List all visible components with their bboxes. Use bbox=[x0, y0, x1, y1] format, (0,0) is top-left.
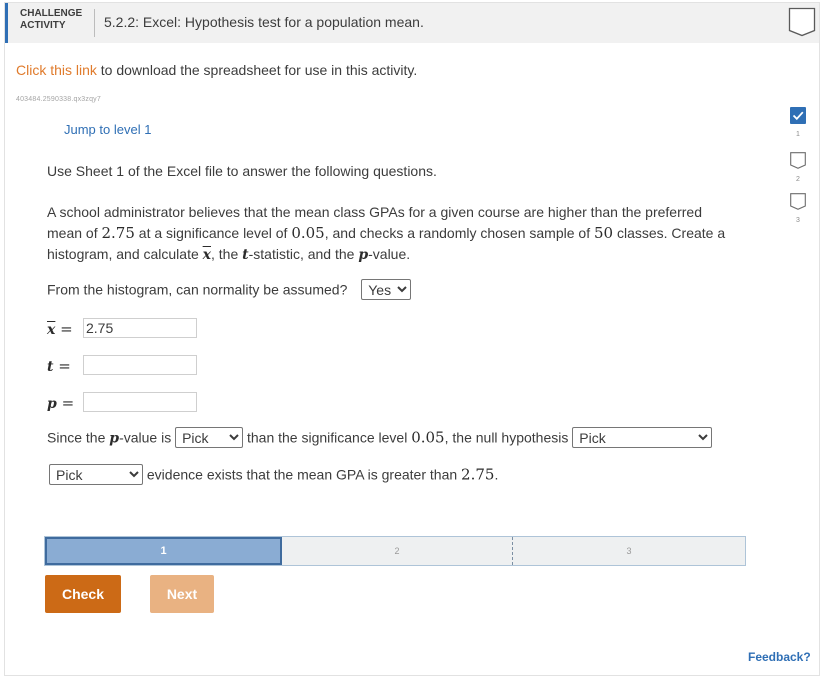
feedback-link[interactable]: Feedback? bbox=[748, 650, 811, 664]
checkmark-icon bbox=[790, 107, 806, 124]
conclusion-sentence: Since the p-value is Pick than the signi… bbox=[47, 427, 713, 450]
level-indicator-2[interactable]: 2 bbox=[788, 152, 808, 183]
t-label: t = bbox=[47, 357, 71, 375]
progress-segment-1[interactable]: 1 bbox=[45, 537, 282, 565]
normality-select[interactable]: Yes bbox=[361, 279, 412, 300]
download-link[interactable]: Click this link bbox=[16, 62, 97, 78]
significance-level: 0.05 bbox=[291, 224, 325, 242]
jump-to-level-link[interactable]: Jump to level 1 bbox=[64, 122, 151, 137]
level-indicator-1[interactable]: 1 bbox=[788, 107, 808, 138]
hypothesized-mean: 2.75 bbox=[101, 224, 135, 242]
progress-segment-3: 3 bbox=[626, 546, 632, 556]
challenge-activity-panel: CHALLENGE ACTIVITY 5.2.2: Excel: Hypothe… bbox=[4, 2, 820, 676]
null-hypothesis-select[interactable]: Pick bbox=[572, 427, 713, 448]
question-paragraph: A school administrator believes that the… bbox=[47, 204, 726, 263]
evidence-sentence: Pick evidence exists that the mean GPA i… bbox=[49, 464, 498, 486]
level-number: 2 bbox=[796, 176, 800, 183]
sample-size: 50 bbox=[593, 224, 614, 242]
level-indicator-3[interactable]: 3 bbox=[788, 193, 808, 224]
level-shield-icon bbox=[790, 152, 806, 169]
download-text: to download the spreadsheet for use in t… bbox=[96, 62, 418, 78]
level-number: 3 bbox=[796, 217, 800, 224]
level-shield-icon bbox=[790, 193, 806, 210]
download-instructions: Click this link to download the spreadsh… bbox=[16, 62, 417, 78]
normality-question: From the histogram, can normality be ass… bbox=[47, 279, 412, 301]
progress-segment-2: 2 bbox=[282, 537, 513, 565]
activity-header: CHALLENGE ACTIVITY 5.2.2: Excel: Hypothe… bbox=[5, 3, 819, 43]
activity-title: 5.2.2: Excel: Hypothesis test for a popu… bbox=[104, 14, 424, 30]
p-symbol: p bbox=[358, 247, 369, 263]
header-divider bbox=[94, 9, 95, 37]
x-bar-symbol: x bbox=[202, 247, 211, 263]
p-label: p = bbox=[47, 394, 75, 412]
activity-type-label: CHALLENGE ACTIVITY bbox=[20, 8, 83, 31]
evidence-select[interactable]: Pick bbox=[49, 464, 143, 485]
level-progress-bar: 1 2 3 bbox=[44, 536, 746, 566]
x-bar-input[interactable] bbox=[83, 318, 197, 338]
p-value-input[interactable] bbox=[83, 392, 197, 412]
x-bar-label: x = bbox=[47, 320, 73, 338]
completion-badge-icon bbox=[788, 7, 816, 37]
next-button[interactable]: Next bbox=[150, 575, 214, 613]
question-intro: Use Sheet 1 of the Excel file to answer … bbox=[47, 163, 437, 179]
level-number: 1 bbox=[796, 131, 800, 138]
activity-id: 403484.2590338.qx3zqy7 bbox=[16, 96, 101, 103]
t-statistic-input[interactable] bbox=[83, 355, 197, 375]
check-button[interactable]: Check bbox=[45, 575, 121, 613]
comparison-select[interactable]: Pick bbox=[175, 427, 244, 448]
